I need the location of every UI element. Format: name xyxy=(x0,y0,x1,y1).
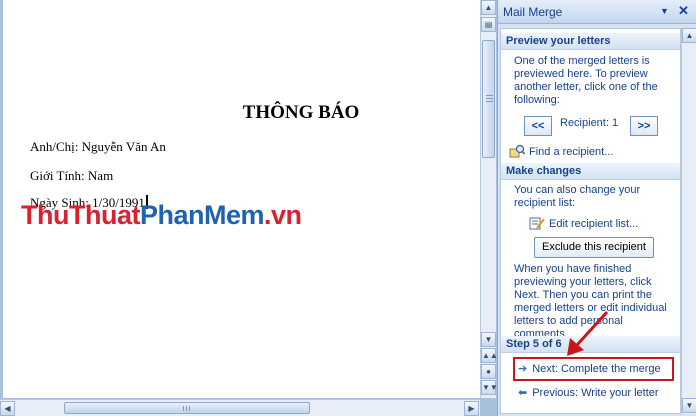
make-changes-description: You can also change your recipient list: xyxy=(514,184,641,209)
previous-page-button[interactable]: ▲▲ xyxy=(481,348,498,363)
previous-recipient-button[interactable]: << xyxy=(524,116,552,136)
watermark-part3: .vn xyxy=(264,200,302,230)
next-step-text: Next: Complete the merge xyxy=(532,363,661,375)
next-page-button[interactable]: ▼▼ xyxy=(481,380,498,395)
next-recipient-button[interactable]: >> xyxy=(630,116,658,136)
pane-header: Mail Merge ▼ ✕ xyxy=(498,0,696,24)
previous-step-text: Previous: Write your letter xyxy=(532,387,659,399)
document-horizontal-scrollbar[interactable]: ◀ ▶ xyxy=(0,399,480,416)
previous-step-link[interactable]: ⬅ Previous: Write your letter xyxy=(518,386,659,399)
find-recipient-icon xyxy=(509,144,526,158)
watermark-part2: PhanMem xyxy=(139,200,265,230)
find-recipient-link[interactable]: Find a recipient... xyxy=(509,144,613,158)
select-browse-object-icon[interactable]: ● xyxy=(481,364,496,379)
find-recipient-text: Find a recipient... xyxy=(529,146,614,158)
thumb-grip-icon xyxy=(183,406,184,411)
preview-description: One of the merged letters is previewed h… xyxy=(514,55,658,106)
horizontal-scroll-thumb[interactable] xyxy=(64,402,310,414)
scroll-up-button[interactable]: ▲ xyxy=(481,0,496,15)
mail-merge-pane: Mail Merge ▼ ✕ Preview your letters One … xyxy=(497,0,696,416)
vertical-scroll-thumb[interactable] xyxy=(482,40,495,158)
document-frame: THÔNG BÁO Anh/Chị: Nguyễn Văn An Giới Tí… xyxy=(0,0,498,416)
scroll-left-button[interactable]: ◀ xyxy=(0,401,15,416)
next-step-link[interactable]: ➔ Next: Complete the merge xyxy=(518,362,661,375)
pane-title: Mail Merge xyxy=(503,5,563,19)
arrow-left-icon: ⬅ xyxy=(518,387,528,399)
recipient-label: Recipient: 1 xyxy=(560,117,619,129)
exclude-recipient-button[interactable]: Exclude this recipient xyxy=(534,237,654,258)
document-vertical-scrollbar[interactable]: ▲ ▤ ▼ ▲▲ ● ▼▼ xyxy=(480,0,498,398)
edit-recipient-text: Edit recipient list... xyxy=(549,218,639,230)
section-make-changes-heading: Make changes xyxy=(506,165,582,177)
edit-recipient-link[interactable]: Edit recipient list... xyxy=(529,216,638,230)
edit-list-icon xyxy=(529,216,545,230)
close-icon[interactable]: ✕ xyxy=(678,3,689,19)
pane-scroll-up-button[interactable]: ▲ xyxy=(682,28,696,43)
thumb-grip-icon xyxy=(486,95,493,96)
finish-description: When you have finished previewing your l… xyxy=(514,263,667,340)
document-line-name: Anh/Chị: Nguyễn Văn An xyxy=(30,139,166,154)
document-title: THÔNG BÁO xyxy=(242,102,360,123)
pane-scroll-down-button[interactable]: ▼ xyxy=(682,398,696,413)
document-line-gender: Giới Tính: Nam xyxy=(30,168,114,183)
section-preview: Preview your letters xyxy=(501,33,680,50)
thumb-grip-icon xyxy=(486,101,493,102)
section-make-changes: Make changes xyxy=(501,163,680,180)
watermark: ThuThuatPhanMem.vn xyxy=(21,200,302,231)
triangle-down-icon[interactable]: ▼ xyxy=(660,6,669,16)
document-page[interactable]: THÔNG BÁO Anh/Chị: Nguyễn Văn An Giới Tí… xyxy=(3,0,480,398)
watermark-part1: ThuThuat xyxy=(21,200,140,230)
ruler-toggle-icon[interactable]: ▤ xyxy=(481,17,496,32)
thumb-grip-icon xyxy=(189,406,190,411)
pane-scrollbar[interactable]: ▲ ▼ xyxy=(681,28,696,414)
step-heading: Step 5 of 6 xyxy=(506,338,562,350)
pane-body: Preview your letters One of the merged l… xyxy=(500,28,681,414)
arrow-right-icon: ➔ xyxy=(518,363,528,375)
scroll-down-button[interactable]: ▼ xyxy=(481,332,496,347)
thumb-grip-icon xyxy=(186,406,187,411)
thumb-grip-icon xyxy=(486,98,493,99)
scroll-right-button[interactable]: ▶ xyxy=(464,401,479,416)
section-step: Step 5 of 6 xyxy=(501,336,680,353)
section-preview-heading: Preview your letters xyxy=(506,35,611,47)
